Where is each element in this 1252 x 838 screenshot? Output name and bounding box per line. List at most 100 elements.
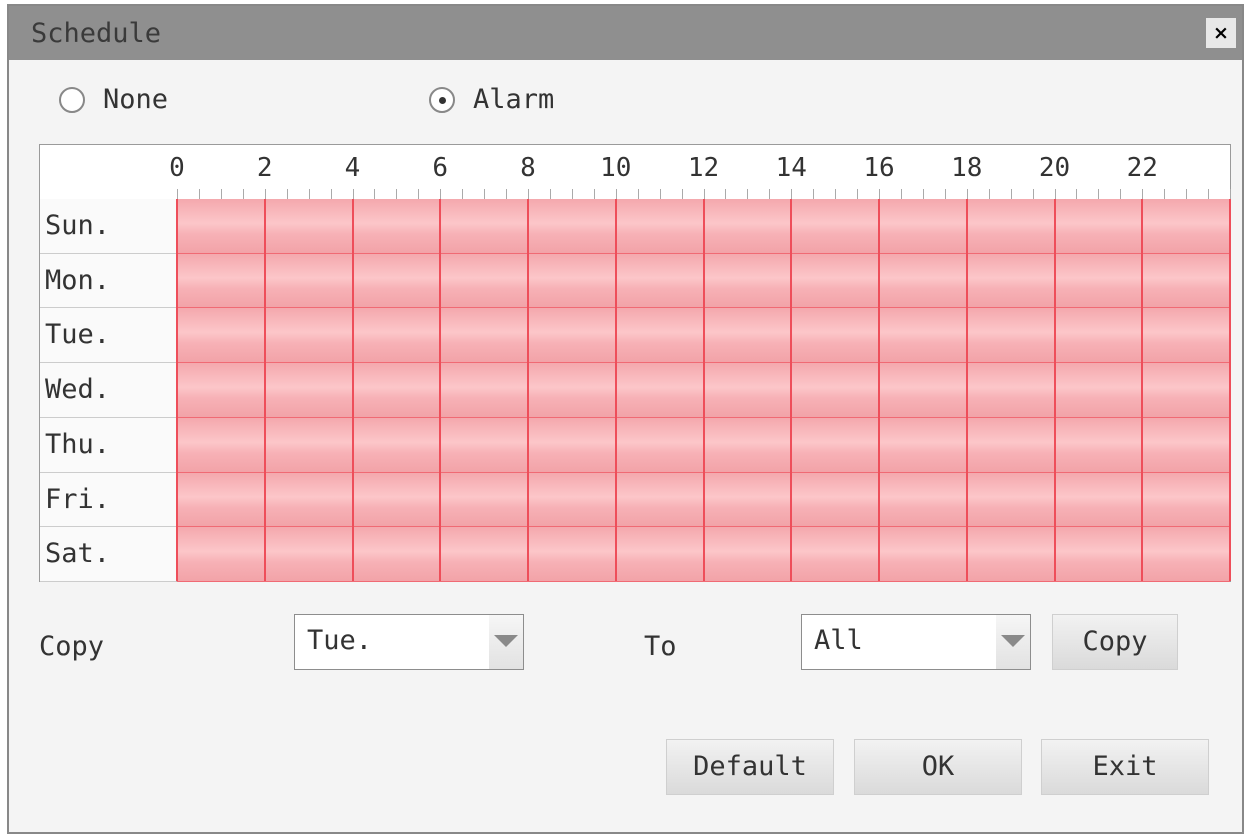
- hour-gridline: [702, 199, 705, 581]
- day-label: Sun.: [40, 199, 177, 254]
- hour-tick: [813, 189, 815, 199]
- day-label: Thu.: [40, 417, 177, 473]
- hour-gridline: [176, 199, 178, 581]
- day-label: Tue.: [40, 308, 177, 364]
- hour-tick: [835, 189, 837, 199]
- hour-tick: [286, 189, 288, 199]
- chevron-down-icon[interactable]: [489, 615, 523, 669]
- chevron-down-icon[interactable]: [996, 615, 1030, 669]
- hour-tick: [725, 189, 727, 199]
- hour-tick: [418, 189, 420, 199]
- hour-tick: [198, 189, 200, 199]
- hour-tick: [1230, 189, 1231, 199]
- hour-gridline: [263, 199, 266, 581]
- hour-tick: [549, 189, 551, 199]
- hour-tick: [1120, 189, 1122, 199]
- radio-alarm-label: Alarm: [473, 84, 555, 115]
- ok-button[interactable]: OK: [854, 739, 1022, 795]
- hour-tick: [352, 189, 354, 199]
- day-row[interactable]: Sun.: [40, 199, 1230, 254]
- copy-from-select[interactable]: Tue.: [294, 614, 524, 670]
- day-row[interactable]: Mon.: [40, 253, 1230, 309]
- radio-none-label: None: [103, 84, 169, 115]
- hour-label: 16: [863, 153, 895, 183]
- hour-tick: [791, 189, 793, 199]
- hour-gridline: [351, 199, 354, 581]
- hour-tick: [1098, 189, 1100, 199]
- radio-none[interactable]: None: [59, 84, 168, 115]
- hour-tick: [528, 189, 529, 199]
- day-label: Sat.: [40, 527, 177, 582]
- day-row[interactable]: Sat.: [40, 527, 1230, 582]
- hour-tick: [988, 189, 990, 199]
- hour-tick: [593, 189, 595, 199]
- default-button[interactable]: Default: [666, 739, 834, 795]
- hour-tick: [1010, 189, 1012, 199]
- hour-tick: [1076, 189, 1078, 199]
- hour-gridline: [1229, 199, 1231, 581]
- day-row[interactable]: Tue.: [40, 308, 1230, 364]
- hour-label: 6: [432, 153, 449, 183]
- copy-to-select[interactable]: All: [801, 614, 1031, 670]
- exit-button[interactable]: Exit: [1041, 739, 1209, 795]
- hour-tick: [966, 189, 968, 199]
- close-icon[interactable]: ×: [1206, 18, 1236, 48]
- hour-label: 18: [951, 153, 983, 183]
- day-row[interactable]: Fri.: [40, 472, 1230, 528]
- hour-tick: [177, 189, 178, 199]
- schedule-grid[interactable]: 0 2 4 6 8 10 12 14 16 18 20 22 Sun. Mon. Tue. Wed. Thu.…: [39, 144, 1231, 582]
- hour-tick: [330, 189, 332, 199]
- copy-from-value: Tue.: [307, 625, 373, 656]
- hour-gridline: [965, 199, 968, 581]
- hour-tick: [308, 189, 310, 199]
- hour-label: 0: [169, 153, 185, 183]
- hour-tick: [659, 189, 661, 199]
- radio-alarm-circle[interactable]: [429, 86, 455, 113]
- hour-tick: [769, 189, 771, 199]
- hour-label: 8: [520, 153, 536, 183]
- day-rows[interactable]: Sun. Mon. Tue. Wed. Thu. Fri. Sat.: [40, 199, 1230, 582]
- hour-label: 14: [775, 153, 807, 183]
- hour-tick: [879, 189, 880, 199]
- hour-label: 2: [256, 153, 273, 183]
- dialog-title: Schedule: [31, 18, 162, 49]
- copy-to-value: All: [814, 625, 863, 656]
- hour-label: 12: [687, 153, 720, 183]
- copy-label: Copy: [39, 631, 105, 662]
- hour-tick: [571, 189, 573, 199]
- hour-tick: [615, 189, 617, 199]
- title-bar: Schedule ×: [9, 6, 1242, 60]
- hour-tick: [1208, 189, 1210, 199]
- hour-gridline: [790, 199, 793, 581]
- hour-label: 22: [1126, 153, 1158, 183]
- hour-gridline: [527, 199, 529, 581]
- to-label: To: [644, 631, 677, 662]
- day-label: Wed.: [40, 363, 177, 418]
- hour-tick: [484, 189, 486, 199]
- hour-gridline: [1141, 199, 1144, 581]
- hour-tick: [1186, 189, 1188, 199]
- hour-label: 4: [344, 153, 361, 183]
- hour-tick: [1142, 189, 1144, 199]
- day-row[interactable]: Thu.: [40, 417, 1230, 473]
- hour-tick: [1164, 189, 1166, 199]
- hour-tick: [220, 189, 222, 199]
- hour-tick: [440, 189, 442, 199]
- radio-none-circle[interactable]: [59, 86, 85, 113]
- hour-label: 10: [600, 153, 632, 183]
- hour-tick: [396, 189, 398, 199]
- hour-gridline: [878, 199, 880, 581]
- hour-tick: [703, 189, 705, 199]
- hour-tick: [922, 189, 924, 199]
- hour-tick: [747, 189, 749, 199]
- hour-tick: [681, 189, 683, 199]
- hour-tick: [637, 189, 639, 199]
- hour-tick: [857, 189, 859, 199]
- hour-gridline: [1053, 199, 1056, 581]
- day-label: Mon.: [40, 253, 177, 309]
- radio-alarm[interactable]: Alarm: [429, 84, 554, 115]
- day-row[interactable]: Wed.: [40, 363, 1230, 418]
- hour-tick: [264, 189, 266, 199]
- hour-tick: [1054, 189, 1056, 199]
- copy-button[interactable]: Copy: [1052, 614, 1178, 670]
